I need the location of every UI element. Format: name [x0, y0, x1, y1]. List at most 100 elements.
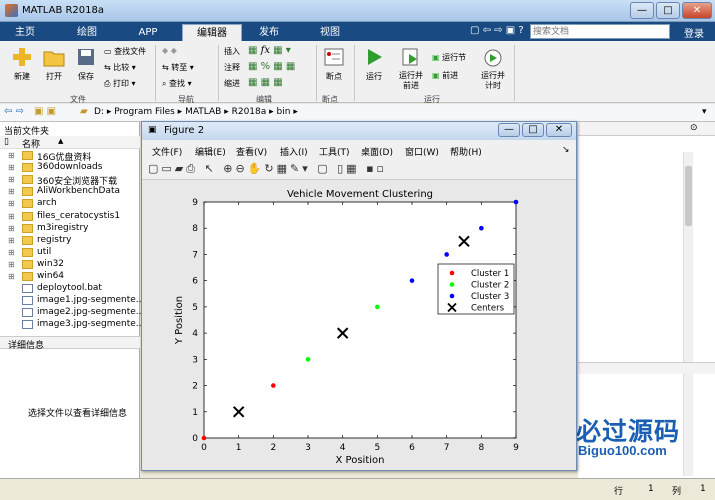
- indent-button[interactable]: 缩进: [224, 78, 240, 89]
- figure-window[interactable]: ▣ Figure 2 — □ ✕ 文件(F) 编辑(E) 查看(V) 插入(I)…: [141, 121, 577, 471]
- tab-home[interactable]: 主页: [8, 24, 42, 41]
- find-files-button[interactable]: ▭ 查找文件: [104, 46, 146, 57]
- path-segment[interactable]: MATLAB: [185, 107, 221, 117]
- list-item[interactable]: image3.jpg-segmente...: [0, 319, 144, 331]
- search-docs-input[interactable]: [530, 24, 670, 39]
- quick-access-toolbar[interactable]: ▢ ⇦ ⇨ ▣ ?: [470, 25, 524, 36]
- advance-button[interactable]: ▣ 前进: [432, 70, 458, 81]
- menu-dock-icon[interactable]: ↘: [562, 145, 570, 155]
- indent-icons[interactable]: ▦ ▦ ▦: [248, 77, 283, 88]
- breakpoints-button[interactable]: 断点: [320, 46, 348, 82]
- figure-maximize-button[interactable]: □: [522, 123, 544, 137]
- list-item[interactable]: ⊞ 360downloads: [0, 162, 140, 174]
- list-item[interactable]: ⊞ AliWorkbenchData: [0, 186, 140, 198]
- list-item[interactable]: ⊞ win64: [0, 271, 140, 283]
- save-button[interactable]: 保存: [72, 46, 100, 82]
- tab-plots[interactable]: 绘图: [70, 24, 104, 41]
- run-button[interactable]: 运行: [360, 46, 388, 82]
- minimize-button[interactable]: —: [630, 2, 654, 19]
- data-point[interactable]: [201, 435, 207, 441]
- path-segment[interactable]: D:: [94, 107, 104, 117]
- list-item[interactable]: ⊞ arch: [0, 198, 140, 210]
- edit-icons[interactable]: ▦ fx ▦ ▾: [248, 45, 291, 56]
- figure-close-button[interactable]: ✕: [546, 123, 572, 137]
- comment-button[interactable]: 注释: [224, 62, 240, 73]
- menu-window[interactable]: 窗口(W): [405, 145, 439, 158]
- menu-help[interactable]: 帮助(H): [450, 145, 482, 158]
- figure-title-bar[interactable]: ▣ Figure 2 — □ ✕: [142, 122, 576, 140]
- path-segment[interactable]: Program Files: [114, 107, 175, 117]
- login-link[interactable]: 登录: [684, 25, 704, 40]
- run-section-button[interactable]: ▣ 运行节: [432, 52, 466, 63]
- tab-view[interactable]: 视图: [310, 24, 350, 41]
- address-dropdown-icon[interactable]: ▾: [702, 107, 707, 117]
- compare-button[interactable]: ⇆ 比较 ▾: [104, 62, 136, 73]
- scrollbar-thumb[interactable]: [685, 166, 692, 226]
- scatter-chart[interactable]: 0 1 2 3 4 5 6 7 8 9 0 1 2 3 4 5 6 7 8 9 Vehicle Movement Clu…: [142, 180, 576, 470]
- list-item[interactable]: ⊞ win32: [0, 259, 140, 271]
- data-point[interactable]: [409, 278, 415, 283]
- comment-icons[interactable]: ▦ % ▦ ▦: [248, 61, 295, 72]
- data-point[interactable]: [305, 357, 311, 362]
- print-button[interactable]: ⎙ 打印 ▾: [104, 78, 136, 89]
- find-button[interactable]: ⌕ 查找 ▾: [162, 78, 192, 89]
- menu-desktop[interactable]: 桌面(D): [361, 145, 393, 158]
- panel-menu-icon[interactable]: ⊙: [690, 123, 698, 133]
- expand-icon[interactable]: ⊞: [8, 175, 15, 184]
- expand-icon[interactable]: ⊞: [8, 260, 15, 269]
- tab-editor[interactable]: 编辑器: [182, 24, 242, 41]
- list-item[interactable]: image2.jpg-segmente...: [0, 307, 144, 319]
- list-item[interactable]: ⊞ 360安全浏览器下载: [0, 174, 140, 187]
- maximize-button[interactable]: □: [656, 2, 680, 19]
- data-point[interactable]: [375, 304, 380, 310]
- goto-button[interactable]: ⇆ 转至 ▾: [162, 62, 194, 73]
- expand-icon[interactable]: ⊞: [8, 272, 15, 281]
- expand-icon[interactable]: ⊞: [8, 163, 15, 172]
- tab-apps[interactable]: APP: [128, 24, 168, 41]
- expand-icon[interactable]: ⊞: [8, 236, 15, 245]
- details-header[interactable]: 详细信息: [0, 336, 140, 351]
- path-segment[interactable]: R2018a: [232, 107, 267, 117]
- data-point[interactable]: [513, 199, 519, 205]
- expand-icon[interactable]: ⊞: [8, 212, 15, 221]
- file-icon: [22, 284, 33, 294]
- list-item[interactable]: ⊞ util: [0, 247, 140, 259]
- x-tick-label: 7: [444, 443, 450, 453]
- list-item[interactable]: image1.jpg-segmente...: [0, 295, 144, 307]
- list-item[interactable]: ⊞ 16G优盘资料: [0, 150, 140, 163]
- run-advance-icon: [402, 48, 418, 66]
- data-point[interactable]: [444, 252, 449, 257]
- list-item[interactable]: deploytool.bat: [0, 283, 140, 295]
- folder-up-icon[interactable]: ▣ ▣: [34, 106, 56, 117]
- run-advance-button[interactable]: 运行并前进: [396, 46, 426, 91]
- expand-icon[interactable]: ⊞: [8, 151, 15, 160]
- open-button[interactable]: 打开: [40, 46, 68, 82]
- expand-icon[interactable]: ⊞: [8, 199, 15, 208]
- menu-tools[interactable]: 工具(T): [319, 145, 350, 158]
- nav-back-icon[interactable]: ◆ ◆: [162, 46, 177, 55]
- list-item[interactable]: ⊞ registry: [0, 235, 140, 247]
- new-button[interactable]: 新建: [8, 46, 36, 82]
- tab-publish[interactable]: 发布: [252, 24, 286, 41]
- expand-icon[interactable]: ⊞: [8, 187, 15, 196]
- chart-title: Vehicle Movement Clustering: [287, 189, 433, 200]
- menu-view[interactable]: 查看(V): [236, 145, 267, 158]
- figure-toolbar-icons[interactable]: ▢▭▰⎙ ↖ ⊕⊖✋↻▦✎▾ ▢ ▯▦ ▪▫: [148, 162, 387, 176]
- list-item[interactable]: ⊞ m3iregistry: [0, 223, 140, 235]
- expand-icon[interactable]: ⊞: [8, 224, 15, 233]
- column-header[interactable]: ▯ 名称 ▲: [0, 136, 140, 150]
- data-point[interactable]: [271, 383, 276, 388]
- expand-icon[interactable]: ⊞: [8, 248, 15, 257]
- data-point[interactable]: [479, 225, 484, 231]
- figure-minimize-button[interactable]: —: [498, 123, 520, 137]
- menu-file[interactable]: 文件(F): [152, 145, 182, 158]
- path-segment[interactable]: bin: [277, 107, 291, 117]
- run-time-button[interactable]: 运行并计时: [478, 46, 508, 91]
- close-button[interactable]: ✕: [682, 2, 712, 19]
- path-breadcrumb[interactable]: D: ▸ Program Files ▸ MATLAB ▸ R2018a ▸ b…: [94, 107, 298, 117]
- insert-button[interactable]: 插入: [224, 46, 240, 57]
- menu-edit[interactable]: 编辑(E): [195, 145, 226, 158]
- nav-arrows-icon[interactable]: ⇦ ⇨: [4, 106, 24, 117]
- list-item[interactable]: ⊞ files_ceratocystis1: [0, 211, 140, 223]
- menu-insert[interactable]: 插入(I): [280, 145, 308, 158]
